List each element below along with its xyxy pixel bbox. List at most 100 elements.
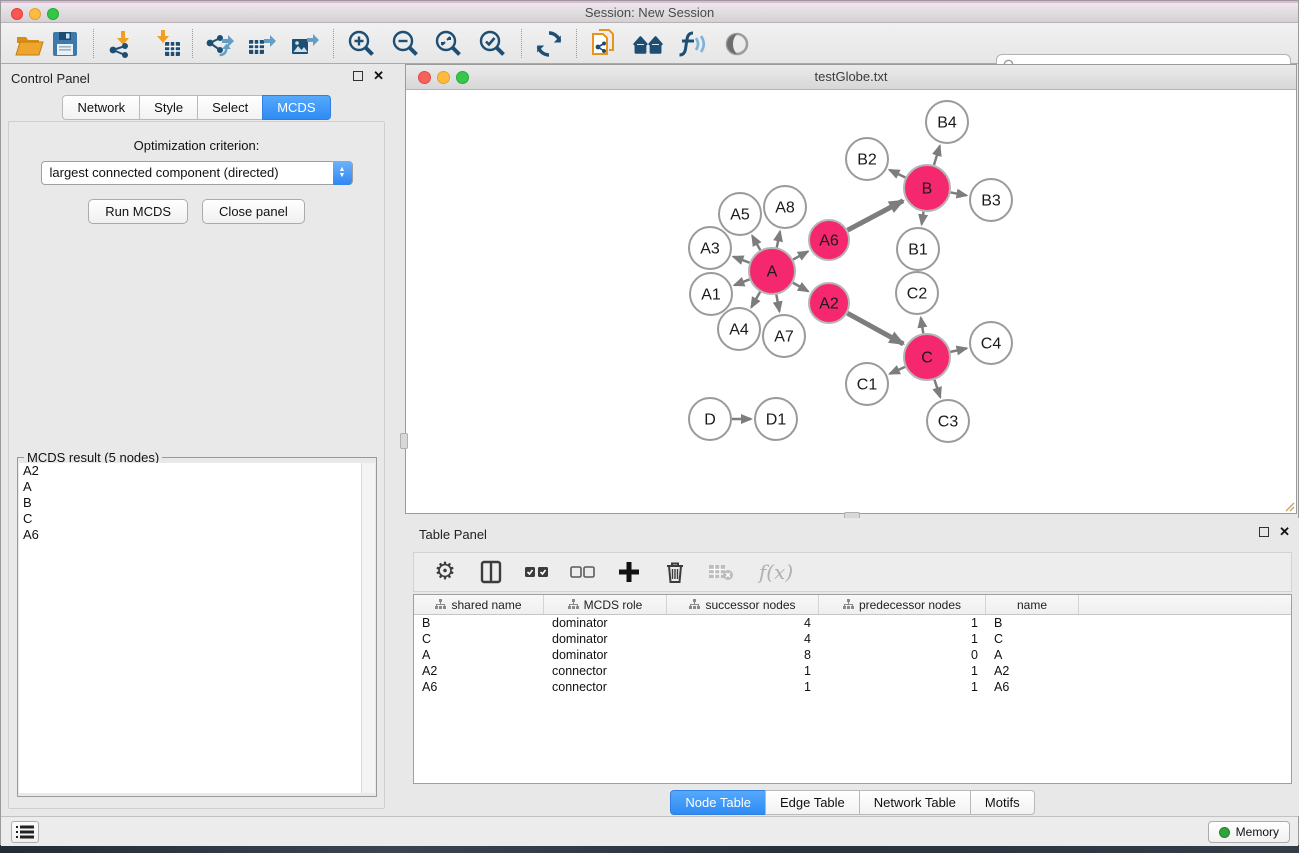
table-cell[interactable]: 1 [667,663,819,679]
cybrowser-home-icon[interactable] [632,28,664,60]
mcds-result-list[interactable]: A2ABCA6 [19,463,362,793]
select-all-icon[interactable] [524,559,550,585]
result-item[interactable]: A [19,479,362,495]
table-cell[interactable]: C [414,631,544,647]
graph-edge-A2-C[interactable] [847,313,903,344]
minimize-window-icon[interactable] [29,8,41,20]
open-file-icon[interactable] [13,28,45,60]
graph-edge-A-A5[interactable] [752,236,760,250]
table-row[interactable]: A6connector11A6 [414,679,1291,695]
graph-edge-C-C4[interactable] [950,348,966,352]
graph-edge-B-B1[interactable] [922,212,924,225]
table-cell[interactable]: connector [544,663,667,679]
network-zoom-icon[interactable] [456,71,469,84]
zoom-window-icon[interactable] [47,8,59,20]
add-column-icon[interactable] [616,559,642,585]
table-cell[interactable]: A6 [986,679,1079,695]
table-cell[interactable]: 1 [819,615,986,631]
graph-edge-A-A6[interactable] [793,251,808,259]
table-row[interactable]: Adominator80A [414,647,1291,663]
result-item[interactable]: A6 [19,527,362,543]
refresh-icon[interactable] [533,28,565,60]
table-cell[interactable]: 8 [667,647,819,663]
table-row[interactable]: Bdominator41B [414,615,1291,631]
export-table-icon[interactable] [246,28,278,60]
settings-gear-icon[interactable]: ⚙ [432,559,458,585]
table-cell[interactable]: B [986,615,1079,631]
table-cell[interactable]: dominator [544,615,667,631]
tab-style[interactable]: Style [139,95,197,120]
network-graph[interactable]: B4B2BB3A8A5A6A3B1AA1C2A2A4A7C4CC1C3DD1 [406,90,1296,513]
zoom-selected-icon[interactable] [477,28,509,60]
zoom-out-icon[interactable] [390,28,422,60]
graph-edge-A-A2[interactable] [793,283,808,292]
save-session-icon[interactable] [49,28,81,60]
tab-edge-table[interactable]: Edge Table [765,790,859,815]
float-table-panel-icon[interactable] [1259,527,1269,537]
table-cell[interactable]: A [986,647,1079,663]
graph-edge-C-C2[interactable] [921,318,923,334]
result-item[interactable]: A2 [19,463,362,479]
graph-edge-B-B2[interactable] [890,170,906,178]
table-cell[interactable]: A2 [986,663,1079,679]
graph-edge-C-C1[interactable] [890,367,905,374]
task-history-button[interactable] [11,821,39,843]
float-panel-icon[interactable] [353,71,363,81]
graph-edge-A-A4[interactable] [751,292,760,307]
graph-edge-A-A3[interactable] [733,257,749,263]
function-waves-icon[interactable] [676,28,708,60]
optimization-criterion-select[interactable]: largest connected component (directed) ▲… [41,161,353,185]
memory-button[interactable]: Memory [1208,821,1290,843]
column-header-MCDS-role[interactable]: MCDS role [544,595,667,614]
export-image-icon[interactable] [289,28,321,60]
close-window-icon[interactable] [11,8,23,20]
tab-select[interactable]: Select [197,95,262,120]
graph-edge-B-B4[interactable] [934,146,940,165]
graph-edge-B-B3[interactable] [951,192,967,195]
table-cell[interactable]: 1 [819,663,986,679]
table-cell[interactable]: 4 [667,615,819,631]
table-cell[interactable]: 1 [819,631,986,647]
graph-edge-A6-B[interactable] [848,201,904,231]
table-cell[interactable]: A2 [414,663,544,679]
tab-network-table[interactable]: Network Table [859,790,970,815]
tab-motifs[interactable]: Motifs [970,790,1035,815]
network-close-icon[interactable] [418,71,431,84]
graph-edge-A-A8[interactable] [777,231,780,247]
result-item[interactable]: B [19,495,362,511]
table-cell[interactable]: C [986,631,1079,647]
table-cell[interactable]: 0 [819,647,986,663]
new-network-from-selection-icon[interactable] [589,28,621,60]
close-panel-button[interactable]: Close panel [202,199,305,224]
tab-network[interactable]: Network [62,95,139,120]
table-cell[interactable]: 4 [667,631,819,647]
export-network-icon[interactable] [203,28,235,60]
column-header-shared-name[interactable]: shared name [414,595,544,614]
result-item[interactable]: C [19,511,362,527]
network-window-titlebar[interactable]: testGlobe.txt [406,65,1296,90]
import-table-icon[interactable] [151,28,183,60]
graph-edge-C-C3[interactable] [934,380,940,397]
show-hide-graphics-icon[interactable] [721,28,753,60]
table-cell[interactable]: 1 [667,679,819,695]
close-table-panel-icon[interactable]: ✕ [1279,527,1290,537]
result-scrollbar[interactable] [361,463,375,793]
table-cell[interactable]: dominator [544,631,667,647]
deselect-all-icon[interactable] [570,559,596,585]
tab-mcds[interactable]: MCDS [262,95,330,120]
network-canvas[interactable]: B4B2BB3A8A5A6A3B1AA1C2A2A4A7C4CC1C3DD1 [406,90,1296,513]
import-network-icon[interactable] [105,28,137,60]
table-cell[interactable]: B [414,615,544,631]
table-cell[interactable]: A [414,647,544,663]
window-titlebar[interactable]: Session: New Session [1,1,1298,23]
graph-edge-A-A1[interactable] [734,279,749,285]
column-header-name[interactable]: name [986,595,1079,614]
table-cell[interactable]: A6 [414,679,544,695]
graph-edge-A-A7[interactable] [776,295,779,312]
close-panel-icon[interactable]: ✕ [373,71,384,81]
column-header-predecessor-nodes[interactable]: predecessor nodes [819,595,986,614]
table-cell[interactable]: dominator [544,647,667,663]
tab-node-table[interactable]: Node Table [670,790,765,815]
run-mcds-button[interactable]: Run MCDS [88,199,188,224]
resize-grip-icon[interactable] [1283,500,1295,512]
